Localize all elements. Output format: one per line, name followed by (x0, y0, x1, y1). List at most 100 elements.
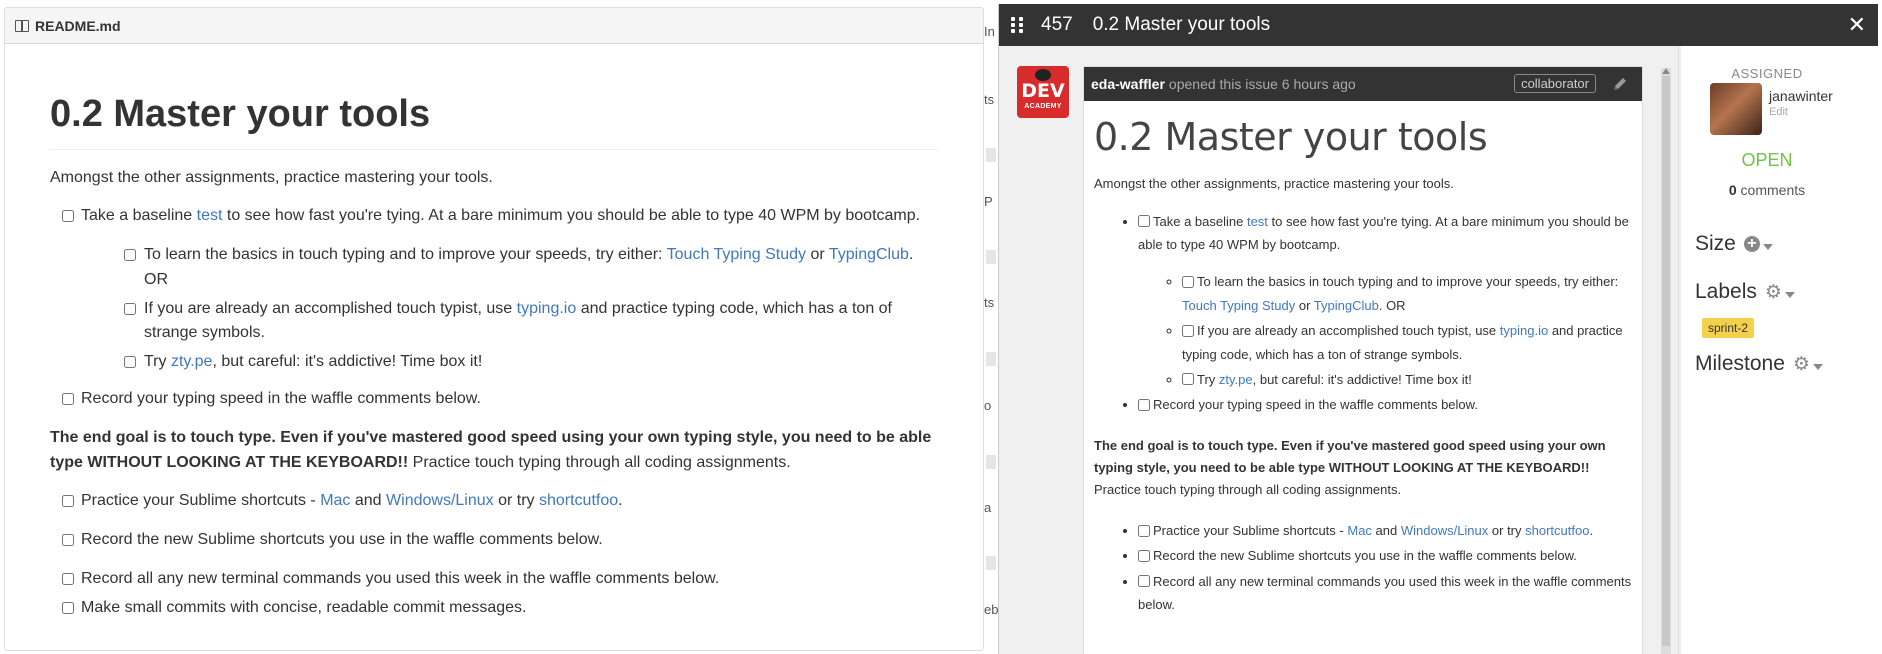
issue-status: OPEN (1741, 150, 1793, 170)
comment-subtask-list: To learn the basics in touch typing and … (1138, 270, 1632, 391)
comment-meta: opened this issue 6 hours ago (1168, 76, 1356, 92)
test-link[interactable]: test (1247, 214, 1268, 229)
issue-modal: 457 0.2 Master your tools ✕ DEV ACADEMY … (998, 4, 1878, 654)
background-page-strip: In ts P ts o a eb (984, 0, 998, 654)
role-badge: collaborator (1514, 74, 1596, 93)
scrollbar-thumb[interactable] (1662, 76, 1670, 646)
issue-title: 0.2 Master your tools (1092, 14, 1271, 35)
task-item: Record all any new terminal commands you… (50, 567, 938, 592)
readme-task-list-2: Practice your Sublime shortcuts - Mac an… (50, 489, 938, 620)
assignee-avatar[interactable] (1710, 83, 1762, 135)
drag-grip-icon[interactable] (1011, 17, 1023, 33)
assigned-label: ASSIGNED (1731, 66, 1803, 81)
touch-typing-study-link[interactable]: Touch Typing Study (1182, 298, 1295, 313)
ztype-link[interactable]: zty.pe (171, 353, 213, 370)
task-item: Practice your Sublime shortcuts - Mac an… (1138, 519, 1632, 542)
label-chip[interactable]: sprint-2 (1702, 318, 1755, 338)
task-checkbox[interactable] (62, 210, 74, 223)
plus-circle-icon[interactable]: + (1743, 236, 1760, 252)
readme-panel: README.md 0.2 Master your tools Amongst … (4, 7, 984, 651)
task-checkbox[interactable] (1182, 324, 1194, 337)
ztype-link[interactable]: zty.pe (1219, 372, 1253, 387)
labels-section[interactable]: Labels ⚙ (1695, 280, 1795, 304)
background-fragment: P (984, 194, 993, 209)
scroll-up-arrow-icon[interactable] (1662, 68, 1670, 74)
caret-down-icon[interactable] (1762, 243, 1773, 250)
issue-comment: eda-waffler opened this issue 6 hours ag… (1083, 66, 1643, 654)
task-checkbox[interactable] (62, 534, 74, 547)
typing-io-link[interactable]: typing.io (517, 300, 577, 317)
task-item: Record your typing speed in the waffle c… (1138, 393, 1632, 416)
test-link[interactable]: test (197, 207, 223, 224)
avatar-logo-text: DEV (1021, 80, 1065, 102)
task-checkbox[interactable] (1138, 575, 1150, 588)
touch-typing-study-link[interactable]: Touch Typing Study (667, 246, 806, 263)
avatar-logo-subtext: ACADEMY (1024, 103, 1062, 110)
mac-link[interactable]: Mac (320, 492, 350, 509)
background-fragment: o (984, 398, 992, 413)
task-checkbox[interactable] (1182, 373, 1194, 386)
windows-linux-link[interactable]: Windows/Linux (1401, 523, 1488, 538)
readme-title: 0.2 Master your tools (50, 91, 938, 150)
task-item: Take a baseline test to see how fast you… (50, 204, 938, 375)
windows-linux-link[interactable]: Windows/Linux (386, 492, 494, 509)
shortcutfoo-link[interactable]: shortcutfoo (539, 492, 618, 509)
readme-subtask-list: To learn the basics in touch typing and … (81, 243, 938, 375)
readme-body: 0.2 Master your tools Amongst the other … (5, 91, 983, 621)
task-item: Record the new Sublime shortcuts you use… (1138, 544, 1632, 567)
task-checkbox[interactable] (1182, 275, 1194, 288)
typingclub-link[interactable]: TypingClub (1314, 298, 1379, 313)
size-section[interactable]: Size + (1695, 232, 1773, 256)
task-checkbox[interactable] (124, 249, 136, 262)
task-checkbox[interactable] (124, 356, 136, 369)
task-checkbox[interactable] (124, 302, 136, 315)
readme-goal: The end goal is to touch type. Even if y… (50, 428, 932, 471)
readme-task-list: Take a baseline test to see how fast you… (50, 204, 938, 412)
readme-header: README.md (5, 8, 983, 44)
background-bar (986, 556, 996, 570)
shortcutfoo-link[interactable]: shortcutfoo (1525, 523, 1589, 538)
background-bar (986, 148, 996, 162)
task-item: Make small commits with concise, readabl… (50, 596, 938, 621)
comment-task-list-2: Practice your Sublime shortcuts - Mac an… (1094, 519, 1632, 617)
pencil-icon[interactable] (1612, 76, 1628, 92)
assignee-edit-link[interactable]: Edit (1769, 106, 1788, 118)
comment-title: 0.2 Master your tools (1094, 115, 1488, 159)
typingclub-link[interactable]: TypingClub (829, 246, 909, 263)
gear-icon[interactable]: ⚙ (1765, 283, 1782, 302)
assignee-name: janawinter (1769, 88, 1833, 104)
milestone-section[interactable]: Milestone ⚙ (1695, 352, 1823, 376)
mac-link[interactable]: Mac (1347, 523, 1372, 538)
task-item: Try zty.pe, but careful: it's addictive!… (1182, 368, 1632, 391)
caret-down-icon[interactable] (1784, 291, 1795, 298)
task-item: If you are already an accomplished touch… (1182, 319, 1632, 366)
comment-body: 0.2 Master your tools Amongst the other … (1084, 111, 1642, 617)
background-bar (986, 352, 996, 366)
task-checkbox[interactable] (62, 573, 74, 586)
typing-io-link[interactable]: typing.io (1500, 323, 1548, 338)
task-checkbox[interactable] (1138, 215, 1150, 228)
task-checkbox[interactable] (62, 601, 74, 614)
labels-label: Labels (1695, 280, 1757, 303)
comment-author[interactable]: eda-waffler (1091, 76, 1165, 92)
task-item: Record all any new terminal commands you… (1138, 570, 1632, 617)
issue-main: DEV ACADEMY eda-waffler opened this issu… (999, 46, 1679, 654)
task-item: To learn the basics in touch typing and … (81, 243, 938, 293)
comment-intro: Amongst the other assignments, practice … (1094, 176, 1454, 192)
size-label: Size (1695, 232, 1736, 255)
close-icon[interactable]: ✕ (1848, 12, 1866, 38)
task-item: To learn the basics in touch typing and … (1182, 270, 1632, 317)
readme-intro: Amongst the other assignments, practice … (50, 168, 493, 186)
comment-scrollbar[interactable] (1661, 68, 1671, 654)
task-checkbox[interactable] (62, 393, 74, 406)
gear-icon[interactable]: ⚙ (1793, 355, 1810, 374)
issue-sidebar: ASSIGNED janawinter Edit OPEN 0 comments… (1681, 46, 1878, 654)
task-checkbox[interactable] (62, 495, 74, 508)
task-checkbox[interactable] (1138, 398, 1150, 411)
task-checkbox[interactable] (1138, 524, 1150, 537)
comment-goal: The end goal is to touch type. Even if y… (1094, 437, 1606, 497)
caret-down-icon[interactable] (1812, 363, 1823, 370)
issue-number: 457 (1041, 14, 1073, 35)
task-checkbox[interactable] (1138, 549, 1150, 562)
background-bar (986, 250, 996, 264)
